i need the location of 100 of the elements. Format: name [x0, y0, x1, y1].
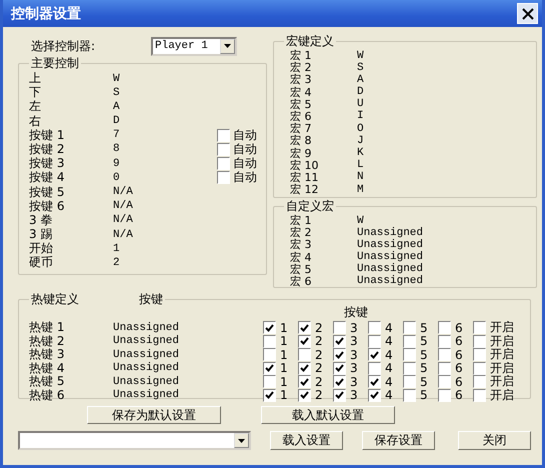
control-label: 按键 2 [29, 141, 66, 157]
control-label: 下 [29, 84, 42, 100]
checkbox-label: 6 [455, 374, 464, 389]
controller-dropdown[interactable]: Player 1 [151, 36, 237, 56]
control-label: 按键 4 [29, 169, 66, 186]
button-checkbox[interactable] [438, 375, 451, 388]
macro-label: 宏 4 [290, 250, 312, 264]
button-checkbox[interactable] [438, 334, 451, 348]
auto-checkbox[interactable] [217, 128, 230, 142]
key-value: Unassigned [357, 226, 424, 239]
button-checkbox[interactable] [368, 362, 381, 375]
button-checkbox[interactable] [403, 388, 416, 402]
button-checkbox[interactable] [438, 348, 451, 362]
button-checkbox[interactable] [473, 388, 486, 402]
key-value: W [357, 50, 365, 62]
key-value: N/A [113, 186, 134, 198]
checkbox-label: 5 [420, 348, 429, 362]
key-value: N/A [113, 214, 134, 226]
control-label: 按键 1 [29, 126, 66, 143]
checkbox-label: 1 [280, 361, 289, 376]
checkbox-label: 开启 [490, 374, 514, 389]
button-checkbox[interactable] [368, 348, 381, 362]
auto-label: 自动 [233, 126, 258, 143]
key-value: D [357, 86, 365, 98]
auto-checkbox[interactable] [217, 171, 230, 184]
auto-checkbox[interactable] [217, 157, 230, 170]
checkbox-label: 1 [280, 320, 289, 334]
group-title: 主要控制 [30, 57, 80, 70]
button-checkbox[interactable] [333, 321, 346, 334]
key-value: O [357, 122, 365, 135]
button-checkbox[interactable] [403, 334, 416, 348]
button-checkbox[interactable] [473, 348, 486, 362]
checkbox-label: 2 [315, 388, 324, 402]
dropdown-button[interactable] [234, 433, 249, 448]
default-settings-button[interactable]: 载入默认设置 [261, 406, 395, 424]
checkbox-label: 4 [385, 374, 394, 389]
button-checkbox[interactable] [333, 334, 346, 348]
button-checkbox[interactable] [403, 348, 416, 362]
dialog-button[interactable]: 关闭 [458, 431, 531, 450]
auto-label: 自动 [233, 169, 258, 186]
button-checkbox[interactable] [333, 348, 346, 362]
button-checkbox[interactable] [368, 375, 381, 388]
checkbox-label: 4 [385, 361, 394, 376]
control-label: 按键 3 [29, 155, 66, 171]
macro-label: 宏 6 [290, 274, 312, 289]
button-checkbox[interactable] [368, 321, 381, 334]
button-checkbox[interactable] [438, 362, 451, 375]
hotkey-label: 热键 6 [29, 387, 66, 404]
button-checkbox[interactable] [403, 321, 416, 334]
button-checkbox[interactable] [403, 375, 416, 388]
hotkey-label: 热键 4 [29, 360, 66, 375]
button-checkbox[interactable] [263, 334, 276, 348]
button-checkbox[interactable] [333, 375, 346, 388]
control-label: 硬币 [29, 254, 54, 272]
button-checkbox[interactable] [473, 321, 486, 334]
button-checkbox[interactable] [473, 375, 486, 388]
checkbox-label: 2 [315, 374, 324, 389]
button-checkbox[interactable] [298, 348, 311, 362]
dialog-button[interactable]: 载入设置 [270, 431, 343, 450]
dropdown-button[interactable] [220, 38, 235, 54]
key-value: Unassigned [113, 348, 180, 361]
key-value: D [113, 115, 121, 128]
key-value: 7 [113, 129, 121, 142]
default-settings-button[interactable]: 保存为默认设置 [87, 406, 221, 424]
button-checkbox[interactable] [333, 362, 346, 375]
button-checkbox[interactable] [368, 334, 381, 348]
key-value: Unassigned [357, 263, 424, 276]
checkbox-label: 开启 [490, 332, 514, 348]
button-checkbox[interactable] [473, 334, 486, 348]
button-checkbox[interactable] [263, 375, 276, 388]
key-value: U [357, 98, 365, 110]
button-checkbox[interactable] [298, 388, 311, 402]
button-checkbox[interactable] [298, 334, 311, 348]
macro-label: 宏 1 [290, 48, 312, 62]
button-checkbox[interactable] [403, 362, 416, 375]
checkbox-label: 6 [455, 388, 464, 402]
button-checkbox[interactable] [473, 362, 486, 375]
checkbox-label: 开启 [490, 346, 514, 362]
button-checkbox[interactable] [263, 362, 276, 375]
group-title: 自定义宏 [285, 200, 335, 213]
key-value: I [357, 110, 365, 122]
button-checkbox[interactable] [438, 388, 451, 402]
macro-label: 宏 7 [290, 122, 312, 136]
button-checkbox[interactable] [263, 321, 276, 334]
settings-dropdown[interactable] [18, 431, 251, 450]
button-checkbox[interactable] [333, 388, 346, 402]
button-checkbox[interactable] [263, 388, 276, 402]
button-checkbox[interactable] [438, 321, 451, 334]
dialog-button[interactable]: 保存设置 [362, 431, 435, 450]
button-checkbox[interactable] [263, 348, 276, 362]
close-button[interactable] [517, 3, 538, 24]
checkbox-label: 开启 [490, 360, 514, 375]
macro-label: 宏 1 [290, 213, 312, 227]
auto-checkbox[interactable] [217, 142, 230, 156]
button-checkbox[interactable] [298, 362, 311, 375]
key-value: W [113, 72, 121, 84]
button-checkbox[interactable] [298, 375, 311, 388]
key-value: S [357, 62, 365, 74]
button-checkbox[interactable] [368, 388, 381, 402]
button-checkbox[interactable] [298, 321, 311, 334]
